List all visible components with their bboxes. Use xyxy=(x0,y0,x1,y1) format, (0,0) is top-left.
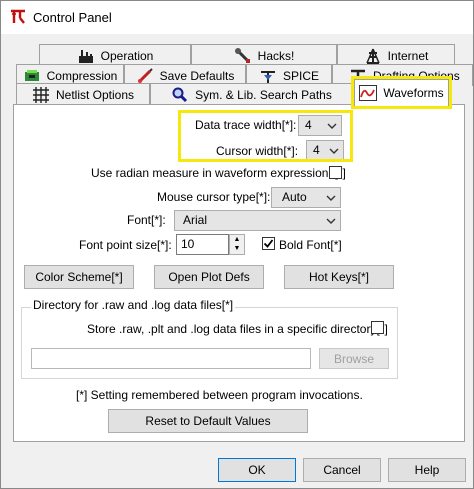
remembered-settings-note: [*] Setting remembered between program i… xyxy=(76,388,363,402)
font-point-size-input[interactable]: 10 xyxy=(176,234,229,255)
tab-label: Hacks! xyxy=(257,48,295,63)
tab-label: Compression xyxy=(46,68,118,83)
tab-label: Internet xyxy=(387,48,429,63)
tab-label: Save Defaults xyxy=(159,68,235,83)
compression-icon xyxy=(23,68,41,84)
spin-down-icon[interactable]: ▼ xyxy=(230,244,244,253)
data-trace-width-select[interactable]: 4 xyxy=(298,115,342,136)
bold-font-checkbox[interactable] xyxy=(262,237,275,250)
hacks-icon xyxy=(234,47,252,64)
font-label: Font[*]: xyxy=(127,213,166,227)
cancel-button[interactable]: Cancel xyxy=(303,458,381,482)
spice-icon xyxy=(259,68,277,84)
tab-label: SPICE xyxy=(282,68,319,83)
chevron-down-icon xyxy=(322,211,340,230)
waveforms-icon xyxy=(359,85,378,101)
netlist-icon xyxy=(32,87,50,103)
title-bar[interactable]: Control Panel xyxy=(1,1,473,34)
reset-to-defaults-button[interactable]: Reset to Default Values xyxy=(108,409,308,433)
save-defaults-icon xyxy=(136,67,154,84)
window-title: Control Panel xyxy=(33,10,112,25)
cursor-width-label: Cursor width[*]: xyxy=(216,144,299,158)
operation-icon xyxy=(77,48,95,64)
radian-measure-label: Use radian measure in waveform expressio… xyxy=(91,166,346,180)
open-plot-defs-button[interactable]: Open Plot Defs xyxy=(154,265,264,289)
search-paths-icon xyxy=(171,87,189,103)
browse-button[interactable]: Browse xyxy=(319,348,389,369)
chevron-down-icon xyxy=(325,141,343,160)
cursor-width-select[interactable]: 4 xyxy=(306,140,344,161)
tab-label: Waveforms xyxy=(383,86,444,100)
mouse-cursor-type-select[interactable]: Auto xyxy=(271,187,341,208)
chevron-down-icon xyxy=(323,116,341,135)
store-specific-directory-label: Store .raw, .plt and .log data files in … xyxy=(87,322,388,336)
font-point-size-spinner[interactable]: ▲ ▼ xyxy=(229,234,245,255)
tab-label: Operation xyxy=(100,48,154,63)
tab-label: Sym. & Lib. Search Paths xyxy=(195,88,332,102)
color-scheme-button[interactable]: Color Scheme[*] xyxy=(24,265,134,289)
tab-hacks[interactable]: Hacks! xyxy=(191,44,337,66)
tab-sym-lib-search-paths[interactable]: Sym. & Lib. Search Paths xyxy=(150,83,353,106)
tab-waveforms[interactable]: Waveforms xyxy=(354,79,449,106)
directory-path-input[interactable] xyxy=(31,348,311,369)
data-trace-width-label: Data trace width[*]: xyxy=(195,118,297,132)
bold-font-label: Bold Font[*] xyxy=(279,238,342,252)
tab-internet[interactable]: Internet xyxy=(337,44,455,66)
cursor-width-value: 4 xyxy=(313,143,320,157)
control-panel-window: Control Panel Operation Hacks! Internet … xyxy=(0,0,474,489)
store-specific-directory-checkbox[interactable] xyxy=(371,321,384,334)
font-value: Arial xyxy=(183,213,208,227)
radian-measure-checkbox[interactable] xyxy=(329,166,342,179)
ltspice-app-icon xyxy=(11,9,25,24)
ok-button[interactable]: OK xyxy=(218,458,296,482)
tab-netlist-options[interactable]: Netlist Options xyxy=(16,83,150,106)
spin-up-icon[interactable]: ▲ xyxy=(230,235,244,244)
help-button[interactable]: Help xyxy=(388,458,466,482)
tab-label: Netlist Options xyxy=(55,88,135,102)
data-trace-width-value: 4 xyxy=(305,118,312,132)
tab-operation[interactable]: Operation xyxy=(39,44,191,66)
font-point-size-label: Font point size[*]: xyxy=(79,238,172,252)
directory-group-title: Directory for .raw and .log data files[*… xyxy=(31,298,236,312)
mouse-cursor-type-value: Auto xyxy=(282,190,307,204)
mouse-cursor-type-label: Mouse cursor type[*]: xyxy=(157,190,271,204)
checkmark-icon xyxy=(263,239,274,248)
hot-keys-button[interactable]: Hot Keys[*] xyxy=(284,265,394,289)
chevron-down-icon xyxy=(322,188,340,207)
font-select[interactable]: Arial xyxy=(174,210,341,231)
internet-icon xyxy=(364,48,382,64)
